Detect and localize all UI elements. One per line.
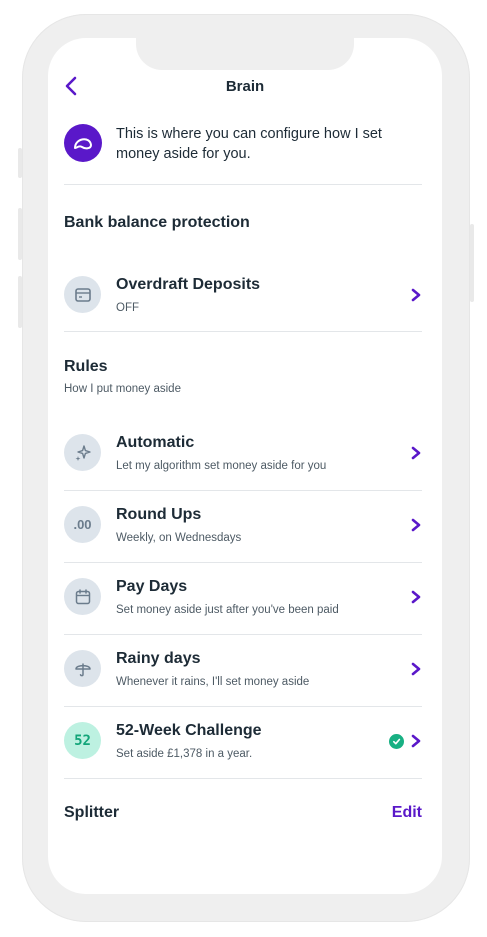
- phone-side-button: [18, 208, 22, 260]
- item-status: OFF: [116, 302, 139, 314]
- list-item-automatic[interactable]: Automatic Let my algorithm set money asi…: [64, 418, 422, 490]
- item-label: Pay Days: [116, 578, 188, 595]
- fifty-two-icon-text: 52: [74, 732, 91, 749]
- chevron-right-icon: [411, 518, 421, 532]
- section-subtitle-rules: How I put money aside: [64, 383, 181, 395]
- check-circle-icon: [389, 734, 404, 749]
- chevron-right-icon: [411, 590, 421, 604]
- item-description: Set aside £1,378 in a year.: [116, 748, 253, 760]
- list-item-52-week-challenge[interactable]: 52 52-Week Challenge Set aside £1,378 in…: [64, 706, 422, 778]
- list-item-round-ups[interactable]: .00 Round Ups Weekly, on Wednesdays: [64, 490, 422, 562]
- top-bar: Brain: [48, 70, 442, 102]
- overdraft-card-icon: [64, 276, 101, 313]
- item-label: Overdraft Deposits: [116, 276, 261, 293]
- phone-side-button: [18, 276, 22, 328]
- divider: [64, 184, 422, 185]
- intro-message: This is where you can configure how I se…: [64, 124, 422, 184]
- calendar-icon: [64, 578, 101, 615]
- section-title-bank-balance: Bank balance protection: [64, 214, 250, 231]
- list-item-pay-days[interactable]: Pay Days Set money aside just after you'…: [64, 562, 422, 634]
- fifty-two-icon: 52: [64, 722, 101, 759]
- round-up-icon: .00: [64, 506, 101, 543]
- phone-side-button: [470, 224, 474, 302]
- section-title-splitter: Splitter: [64, 804, 120, 821]
- phone-side-button: [18, 148, 22, 178]
- item-label: Automatic: [116, 434, 195, 451]
- brain-icon: [74, 138, 92, 150]
- list-item-overdraft-deposits[interactable]: Overdraft Deposits OFF: [64, 260, 422, 332]
- page-title: Brain: [225, 78, 265, 95]
- item-description: Whenever it rains, I'll set money aside: [116, 676, 310, 688]
- chevron-right-icon: [411, 734, 421, 748]
- chevron-right-icon: [411, 446, 421, 460]
- item-description: Let my algorithm set money aside for you: [116, 460, 327, 472]
- section-title-rules: Rules: [64, 358, 108, 375]
- brain-avatar-icon: [64, 124, 102, 162]
- edit-button[interactable]: Edit: [392, 804, 422, 822]
- chevron-right-icon: [411, 662, 421, 676]
- item-description: Weekly, on Wednesdays: [116, 532, 242, 544]
- sparkle-icon: [64, 434, 101, 471]
- list-item-rainy-days[interactable]: Rainy days Whenever it rains, I'll set m…: [64, 634, 422, 706]
- item-label: Rainy days: [116, 650, 201, 667]
- chevron-right-icon: [411, 288, 421, 302]
- divider: [64, 778, 422, 779]
- round-up-icon-text: .00: [73, 517, 92, 532]
- item-description: Set money aside just after you've been p…: [116, 604, 339, 616]
- intro-text: This is where you can configure how I se…: [116, 126, 382, 162]
- divider: [64, 331, 422, 332]
- item-label: 52-Week Challenge: [116, 722, 262, 739]
- item-label: Round Ups: [116, 506, 202, 523]
- umbrella-icon: [64, 650, 101, 687]
- app-content: Brain This is where you can configure ho…: [48, 0, 442, 937]
